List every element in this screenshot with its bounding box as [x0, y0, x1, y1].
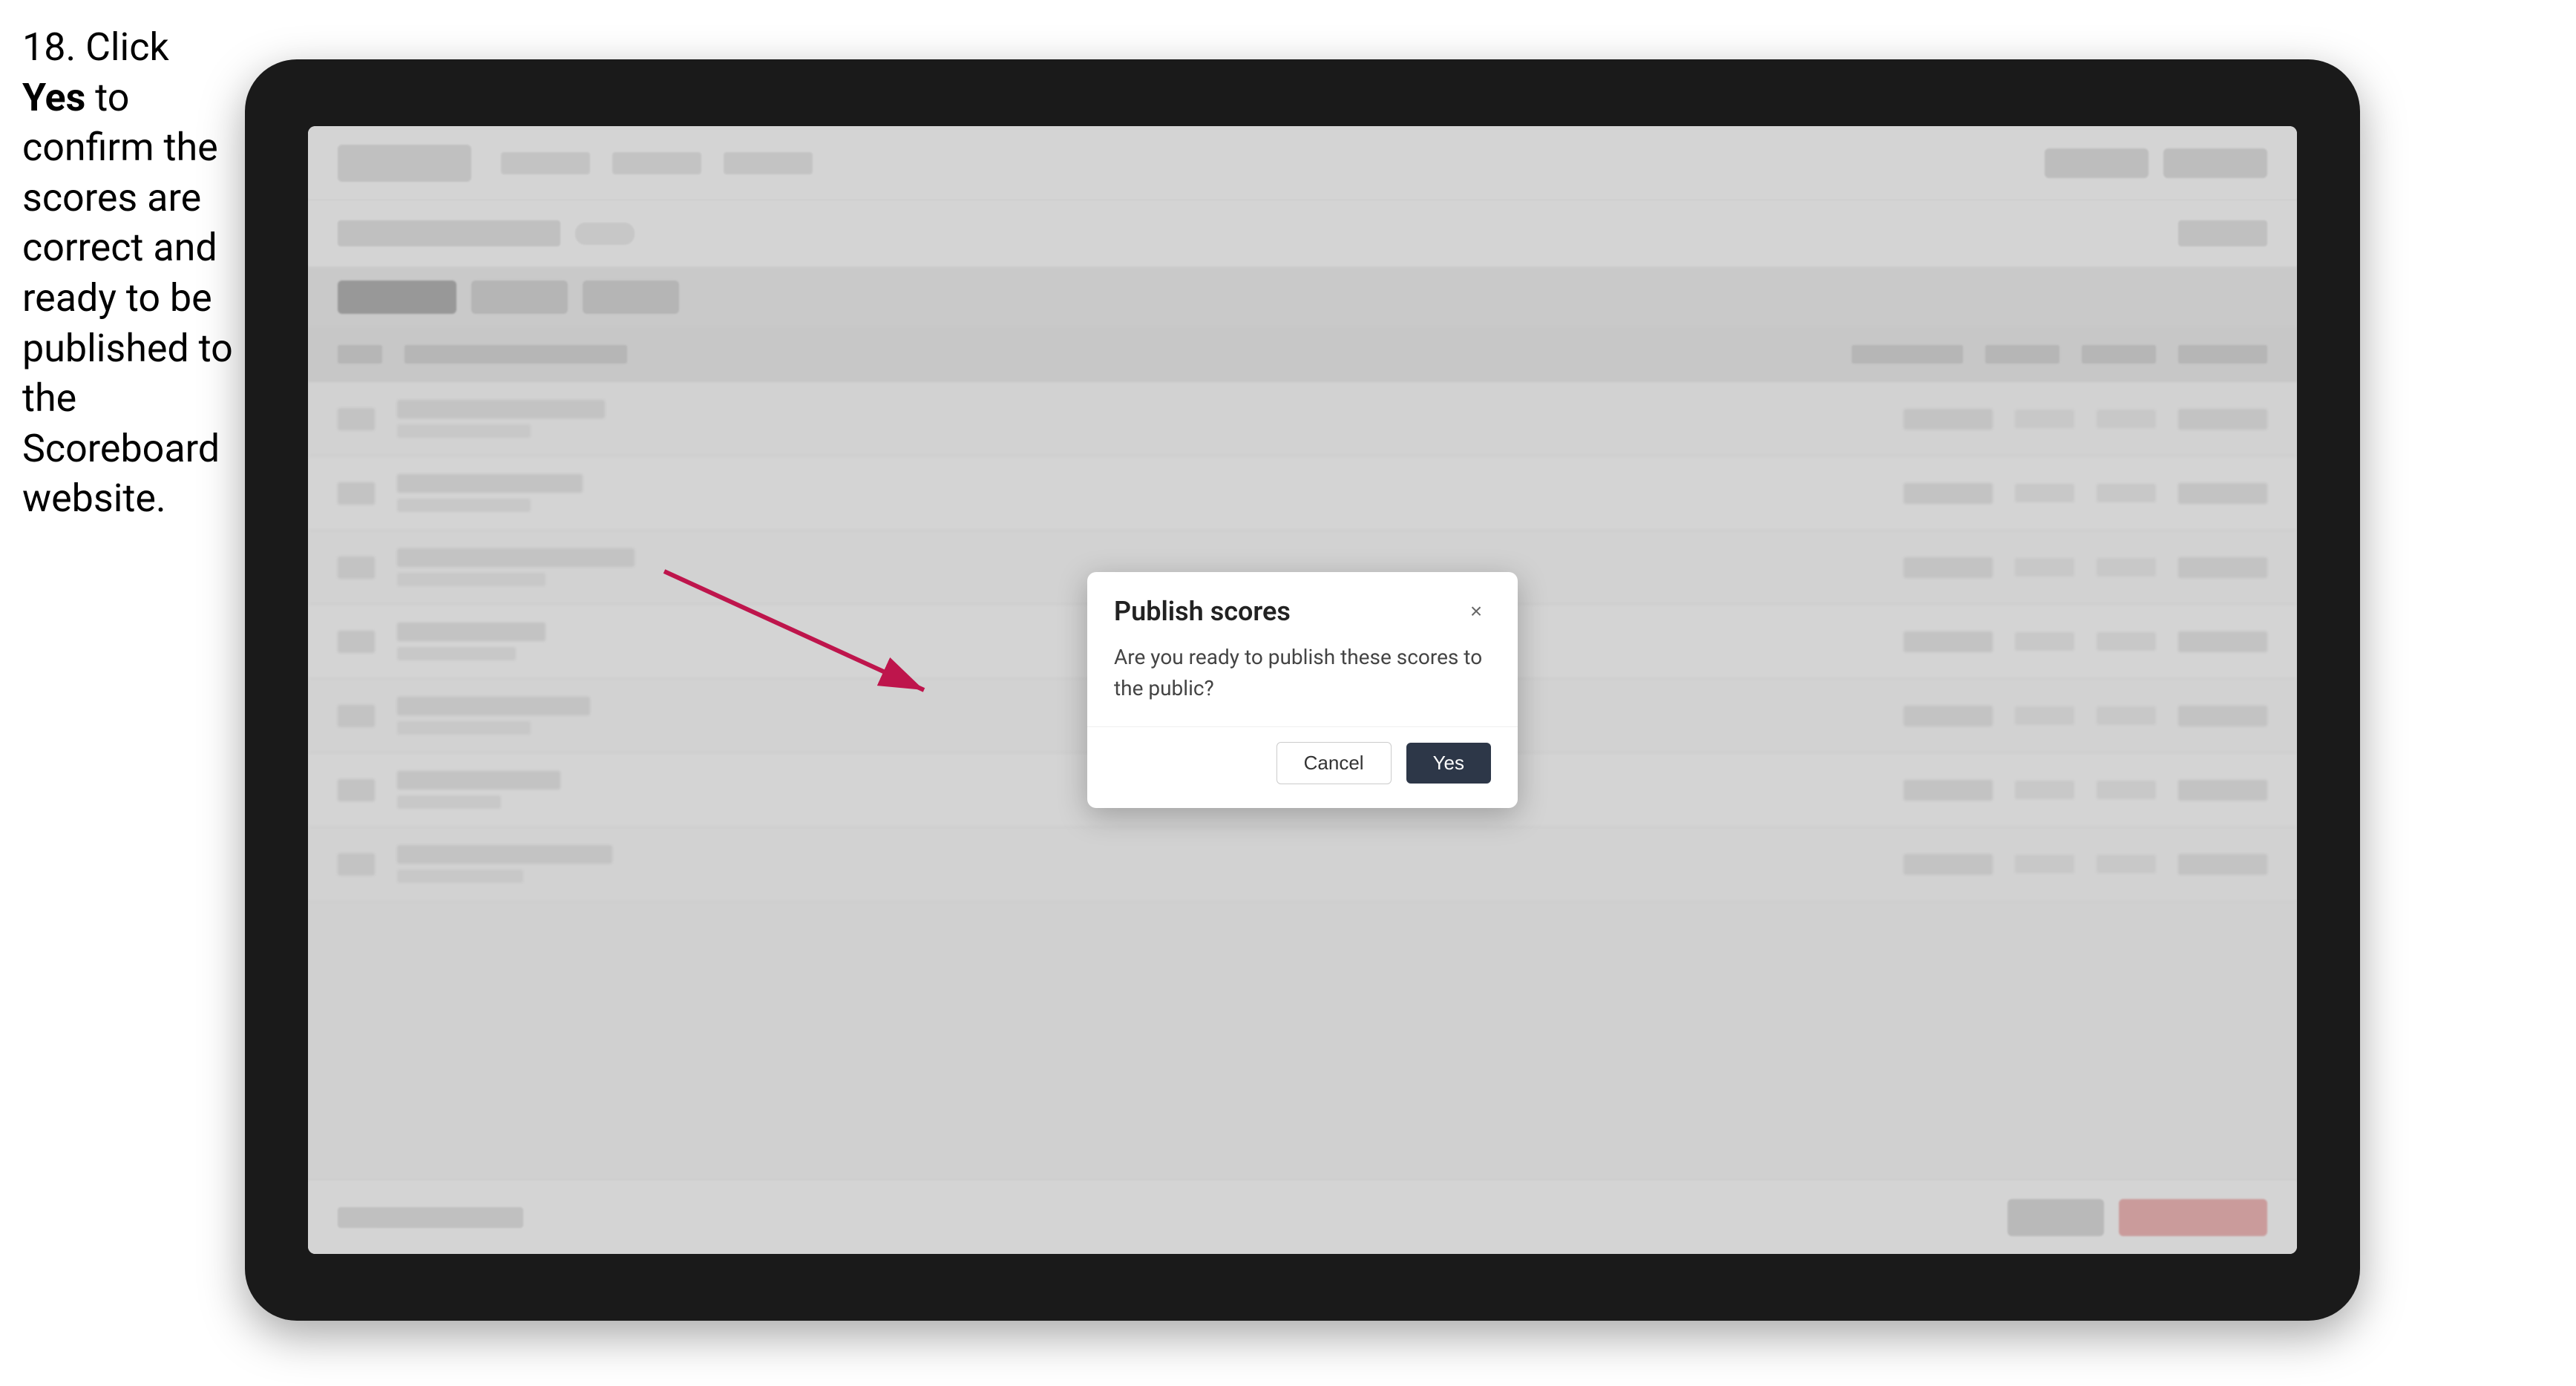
yes-button[interactable]: Yes	[1406, 743, 1491, 784]
dialog-body: Are you ready to publish these scores to…	[1087, 642, 1518, 726]
close-icon: ×	[1470, 600, 1482, 623]
instruction-text-part1: Click	[76, 24, 169, 70]
instruction-bold: Yes	[22, 75, 85, 120]
dialog-close-button[interactable]: ×	[1461, 597, 1491, 626]
instruction-text-part2: to confirm the scores are correct and re…	[22, 75, 233, 522]
dialog-header: Publish scores ×	[1087, 572, 1518, 642]
cancel-button[interactable]: Cancel	[1276, 742, 1392, 784]
modal-overlay: Publish scores × Are you ready to publis…	[308, 126, 2297, 1254]
dialog-footer: Cancel Yes	[1087, 726, 1518, 808]
dialog-message: Are you ready to publish these scores to…	[1114, 642, 1491, 704]
instruction-block: 18. Click Yes to confirm the scores are …	[22, 22, 237, 524]
tablet-screen: Publish scores × Are you ready to publis…	[308, 126, 2297, 1254]
tablet-device: Publish scores × Are you ready to publis…	[245, 59, 2360, 1321]
dialog-title: Publish scores	[1114, 596, 1291, 627]
instruction-step: 18.	[22, 24, 76, 70]
publish-scores-dialog: Publish scores × Are you ready to publis…	[1087, 572, 1518, 808]
